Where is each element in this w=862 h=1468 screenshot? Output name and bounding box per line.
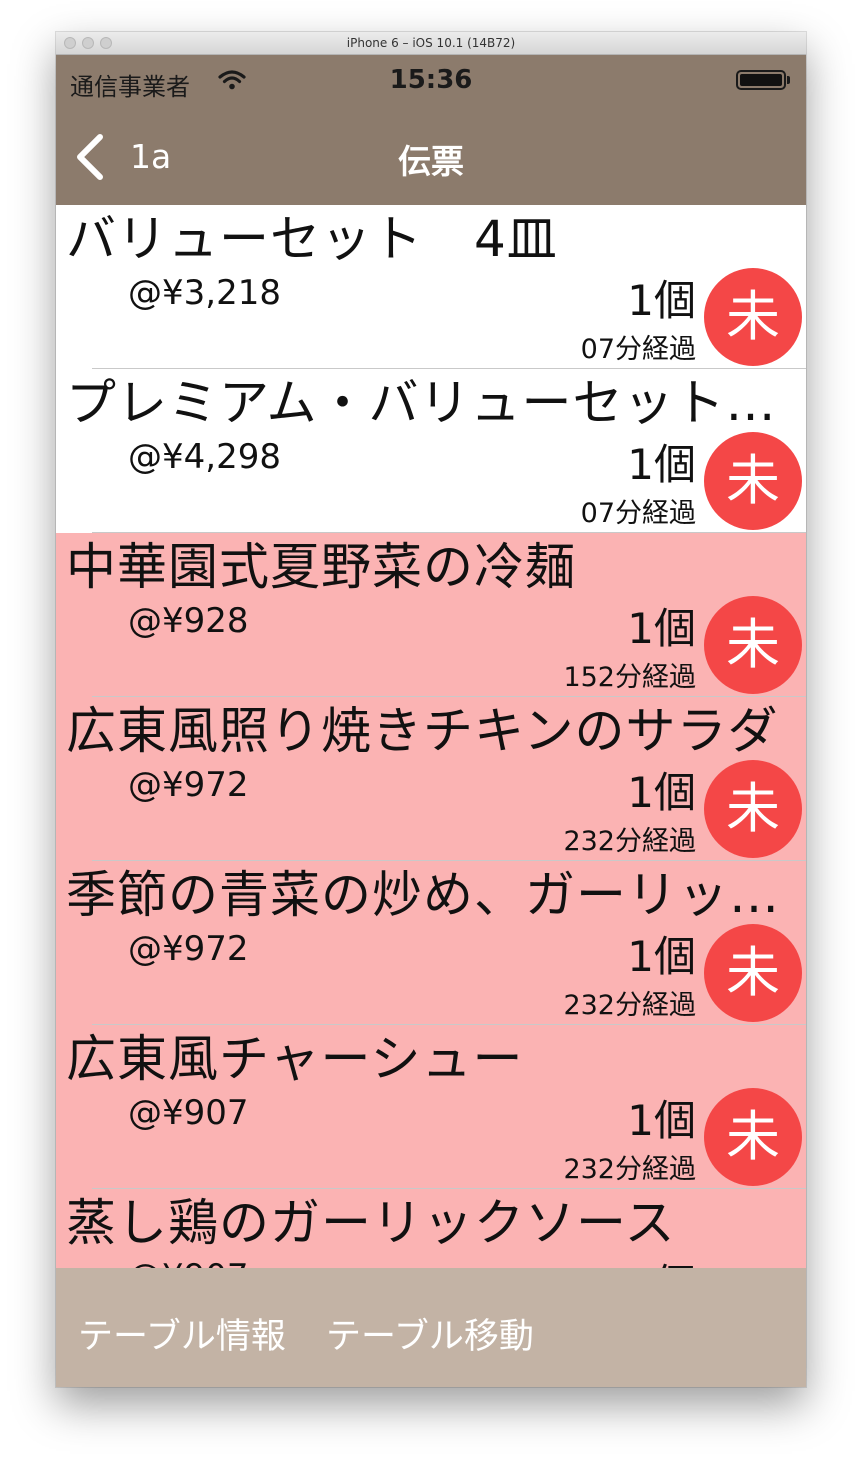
zoom-window-icon[interactable] xyxy=(100,37,112,49)
order-row[interactable]: 広東風チャーシュー @¥907 1個 232分経過未 xyxy=(56,1025,806,1189)
order-item-list[interactable]: バリューセット 4皿 @¥3,218 1個 07分経過未プレミアム・バリューセット… @… xyxy=(56,205,806,1268)
item-price: @¥4,298 xyxy=(128,437,281,477)
item-elapsed-time: 07分経過 xyxy=(580,334,696,365)
page-title: 伝票 xyxy=(398,142,464,181)
table-info-button[interactable]: テーブル情報 xyxy=(78,1308,286,1359)
item-elapsed-time: 232分経過 xyxy=(563,1154,696,1185)
item-price: @¥972 xyxy=(128,765,249,805)
unserved-status-badge[interactable]: 未 xyxy=(704,432,802,530)
item-name: 中華園式夏野菜の冷麺 xyxy=(66,538,576,596)
order-row[interactable]: 広東風照り焼きチキンのサラダ @¥972 1個 232分経過未 xyxy=(56,697,806,861)
item-elapsed-time: 07分経過 xyxy=(580,498,696,529)
item-name: 広東風チャーシュー xyxy=(66,1030,524,1088)
item-name: バリューセット 4皿 xyxy=(66,210,558,268)
order-row[interactable]: プレミアム・バリューセット… @¥4,298 1個 07分経過未 xyxy=(56,369,806,533)
bottom-toolbar: テーブル情報 テーブル移動 xyxy=(56,1268,806,1387)
item-quantity: 1個 xyxy=(627,1096,696,1145)
status-time: 15:36 xyxy=(389,65,473,95)
order-row[interactable]: バリューセット 4皿 @¥3,218 1個 07分経過未 xyxy=(56,205,806,369)
item-name: 蒸し鶏のガーリックソース xyxy=(66,1194,676,1252)
close-window-icon[interactable] xyxy=(64,37,76,49)
unserved-status-badge[interactable]: 未 xyxy=(704,268,802,366)
item-name: プレミアム・バリューセット… xyxy=(66,374,777,432)
item-name: 季節の青菜の炒め、ガーリッ… xyxy=(66,866,780,924)
unserved-status-badge[interactable]: 未 xyxy=(704,760,802,858)
item-elapsed-time: 232分経過 xyxy=(563,826,696,857)
phone-screen: 通信事業者 15:36 1a 伝票 バリューセット 4皿 @¥3,218 1個 07分… xyxy=(56,55,806,1387)
window-titlebar: iPhone 6 – iOS 10.1 (14B72) xyxy=(56,32,806,55)
item-price: @¥972 xyxy=(128,929,249,969)
item-quantity: 1個 xyxy=(627,604,696,653)
minimize-window-icon[interactable] xyxy=(82,37,94,49)
unserved-status-badge[interactable]: 未 xyxy=(704,1088,802,1186)
item-quantity: 1個 xyxy=(627,440,696,489)
item-quantity: 1個 xyxy=(627,276,696,325)
item-quantity: 1個 xyxy=(627,768,696,817)
order-row[interactable]: 季節の青菜の炒め、ガーリッ… @¥972 1個 232分経過未 xyxy=(56,861,806,1025)
item-name: 広東風照り焼きチキンのサラダ xyxy=(66,702,779,760)
order-row[interactable]: 蒸し鶏のガーリックソース @¥907 1個 xyxy=(56,1189,806,1268)
unserved-status-badge[interactable]: 未 xyxy=(704,596,802,694)
navigation-header: 通信事業者 15:36 1a 伝票 xyxy=(56,55,806,205)
unserved-status-badge[interactable]: 未 xyxy=(704,924,802,1022)
order-row[interactable]: 中華園式夏野菜の冷麺 @¥928 1個 152分経過未 xyxy=(56,533,806,697)
table-move-button[interactable]: テーブル移動 xyxy=(326,1308,534,1359)
item-price: @¥3,218 xyxy=(128,273,281,313)
item-quantity: 1個 xyxy=(627,1251,696,1268)
simulator-window: iPhone 6 – iOS 10.1 (14B72) 通信事業者 15:36 … xyxy=(56,32,806,1387)
item-quantity: 1個 xyxy=(627,932,696,981)
item-price: @¥907 xyxy=(128,1093,249,1133)
item-price: @¥928 xyxy=(128,601,249,641)
battery-tip xyxy=(787,76,790,84)
item-price: @¥907 xyxy=(128,1257,249,1268)
item-elapsed-time: 232分経過 xyxy=(563,990,696,1021)
status-bar: 通信事業者 15:36 xyxy=(56,55,806,105)
item-elapsed-time: 152分経過 xyxy=(563,662,696,693)
window-title: iPhone 6 – iOS 10.1 (14B72) xyxy=(346,36,516,50)
battery-icon xyxy=(736,70,786,90)
